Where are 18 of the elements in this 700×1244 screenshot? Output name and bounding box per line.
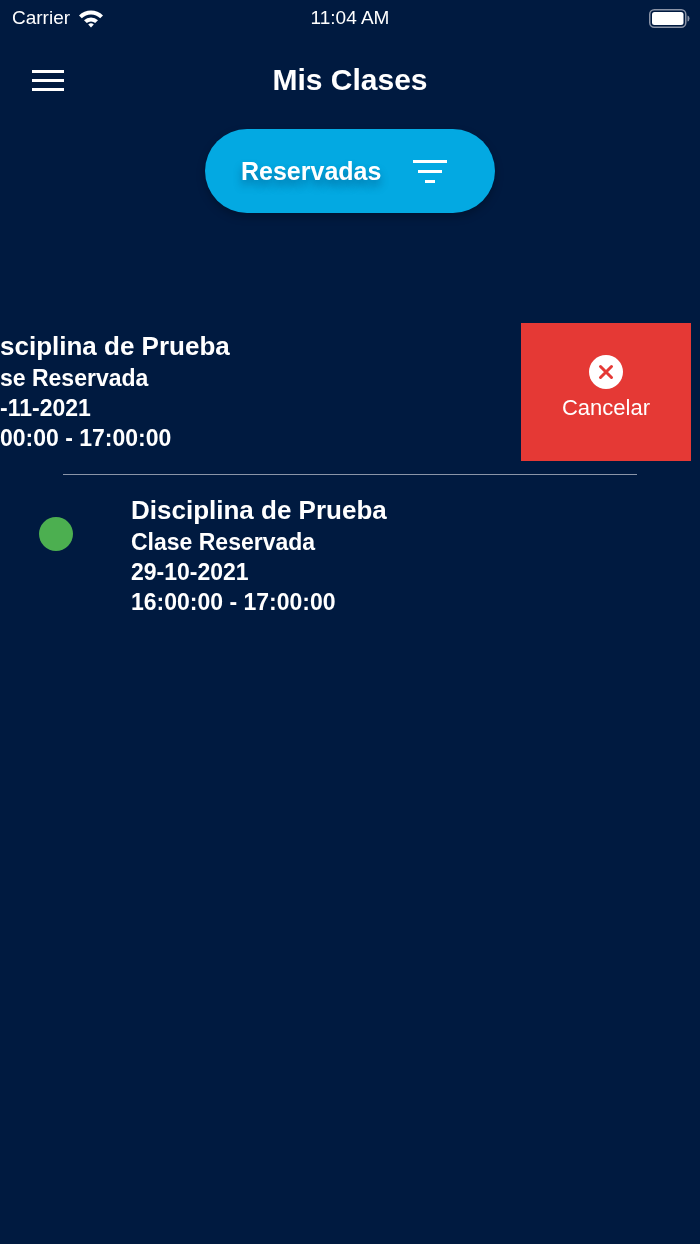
filter-icon	[413, 159, 448, 183]
class-date: -11-2021	[0, 394, 91, 423]
page-title: Mis Clases	[272, 63, 428, 97]
class-type: se Reservada	[0, 364, 149, 393]
menu-icon[interactable]	[32, 70, 64, 91]
class-date: 29-10-2021	[131, 558, 249, 587]
class-time: 16:00:00 - 17:00:00	[131, 588, 336, 617]
class-title: sciplina de Prueba	[0, 330, 230, 363]
class-time: 00:00 - 17:00:00	[0, 424, 172, 453]
carrier-name: Carrier	[12, 7, 71, 29]
cancel-button[interactable]: Cancelar	[521, 323, 691, 461]
battery-icon	[649, 8, 690, 28]
close-circle-icon	[589, 355, 623, 389]
wifi-icon	[78, 8, 105, 28]
status-time: 11:04 AM	[310, 7, 390, 29]
filter-button[interactable]: Reservadas	[205, 129, 495, 213]
class-type: Clase Reservada	[131, 528, 316, 557]
class-title: Disciplina de Prueba	[131, 494, 387, 527]
